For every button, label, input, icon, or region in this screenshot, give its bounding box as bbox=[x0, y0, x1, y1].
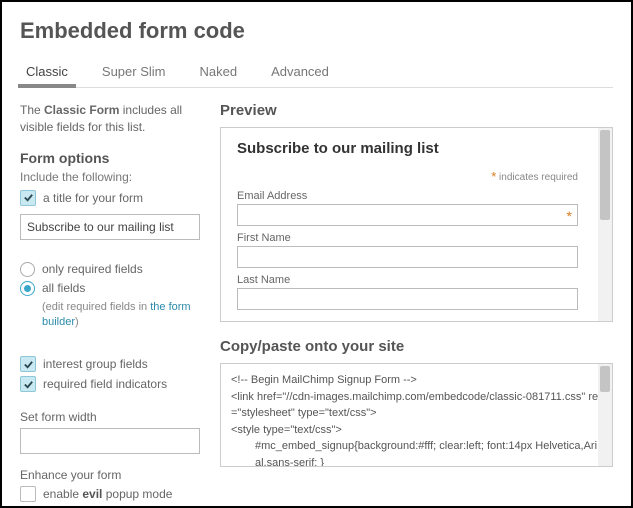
preview-form-title: Subscribe to our mailing list bbox=[237, 140, 596, 157]
preview-box: Subscribe to our mailing list * indicate… bbox=[220, 127, 613, 322]
preview-firstname-label: First Name bbox=[237, 232, 596, 244]
preview-scrollbar[interactable] bbox=[598, 128, 612, 321]
code-line: <link href="//cdn-images.mailchimp.com/e… bbox=[231, 389, 602, 422]
intro-bold: Classic Form bbox=[44, 103, 119, 117]
evil-popup-label: enable evil popup mode bbox=[43, 487, 172, 501]
checkbox-title-toggle[interactable] bbox=[20, 190, 36, 206]
star-icon: * bbox=[567, 208, 572, 224]
intro-text: The Classic Form includes all visible fi… bbox=[20, 102, 206, 136]
radio-only-required[interactable] bbox=[20, 262, 35, 277]
copy-heading: Copy/paste onto your site bbox=[220, 338, 613, 355]
form-title-input[interactable] bbox=[20, 214, 200, 240]
page-title: Embedded form code bbox=[20, 18, 613, 44]
check-icon bbox=[23, 379, 34, 390]
tab-classic[interactable]: Classic bbox=[24, 58, 70, 87]
edit-required-note: (edit required fields in the form builde… bbox=[42, 300, 206, 331]
check-icon bbox=[23, 359, 34, 370]
preview-email-label: Email Address bbox=[237, 190, 596, 202]
scrollbar-thumb[interactable] bbox=[600, 366, 610, 392]
enhance-label: Enhance your form bbox=[20, 468, 206, 482]
preview-email-input[interactable]: * bbox=[237, 204, 578, 226]
checkbox-interest-groups[interactable] bbox=[20, 356, 36, 372]
interest-groups-label: interest group fields bbox=[43, 357, 148, 371]
tab-advanced[interactable]: Advanced bbox=[269, 58, 331, 87]
radio-only-required-label: only required fields bbox=[42, 262, 143, 276]
width-label: Set form width bbox=[20, 410, 206, 424]
right-panel: Preview Subscribe to our mailing list * … bbox=[220, 102, 613, 506]
scrollbar-thumb[interactable] bbox=[600, 130, 610, 220]
tab-naked[interactable]: Naked bbox=[197, 58, 239, 87]
embed-code-box[interactable]: <!-- Begin MailChimp Signup Form --> <li… bbox=[220, 363, 613, 467]
form-width-input[interactable] bbox=[20, 428, 200, 454]
intro-pre: The bbox=[20, 103, 44, 117]
preview-lastname-label: Last Name bbox=[237, 274, 596, 286]
preview-heading: Preview bbox=[220, 102, 613, 119]
code-line: <!-- Begin MailChimp Signup Form --> bbox=[231, 372, 602, 389]
checkbox-evil-popup[interactable] bbox=[20, 486, 36, 502]
preview-firstname-input[interactable] bbox=[237, 246, 578, 268]
left-panel: The Classic Form includes all visible fi… bbox=[20, 102, 220, 506]
form-options-heading: Form options bbox=[20, 150, 206, 166]
include-hint: Include the following: bbox=[20, 170, 206, 184]
tab-super-slim[interactable]: Super Slim bbox=[100, 58, 168, 87]
code-scrollbar[interactable] bbox=[598, 364, 612, 466]
code-line: #mc_embed_signup{background:#fff; clear:… bbox=[231, 438, 602, 467]
checkbox-required-indicators[interactable] bbox=[20, 376, 36, 392]
required-note: * indicates required bbox=[237, 169, 596, 184]
code-line: <style type="text/css"> bbox=[231, 422, 602, 439]
check-icon bbox=[23, 192, 34, 203]
tabs: Classic Super Slim Naked Advanced bbox=[20, 58, 613, 88]
radio-all-fields[interactable] bbox=[20, 281, 35, 296]
required-indicators-label: required field indicators bbox=[43, 377, 167, 391]
preview-lastname-input[interactable] bbox=[237, 288, 578, 310]
title-toggle-label: a title for your form bbox=[43, 191, 143, 205]
radio-all-fields-label: all fields bbox=[42, 281, 85, 295]
